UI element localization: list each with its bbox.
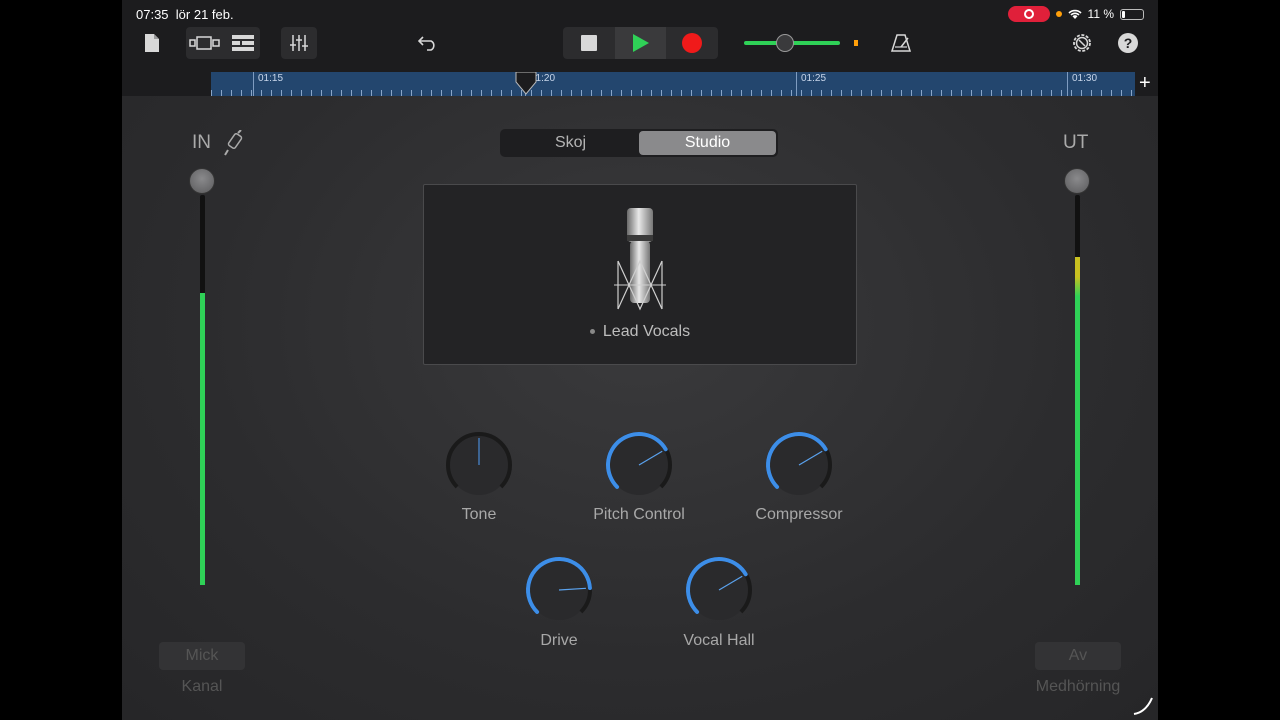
input-gain-knob[interactable] — [189, 168, 215, 194]
transport-controls — [563, 27, 718, 59]
tone-knob-label: Tone — [461, 506, 497, 523]
output-volume-knob[interactable] — [1064, 168, 1090, 194]
master-volume-knob[interactable] — [776, 34, 794, 52]
garageband-screen: 07:35 lör 21 feb. 11 % ? 01:15 01:20 01:… — [122, 0, 1158, 720]
compressor-knob[interactable] — [764, 430, 834, 500]
ruler-label: 01:30 — [1072, 73, 1098, 84]
compressor-knob-label: Compressor — [755, 506, 843, 523]
add-section-button[interactable]: + — [1139, 72, 1151, 95]
ruler-label: 01:15 — [258, 73, 284, 84]
battery-percent: 11 % — [1087, 7, 1114, 21]
input-channel-button[interactable]: Mick — [159, 642, 245, 670]
tab-studio[interactable]: Studio — [639, 131, 776, 155]
resize-corner-icon — [1133, 697, 1153, 715]
mixer-icon[interactable] — [281, 28, 317, 58]
preset-dot-icon — [589, 329, 595, 335]
record-icon — [682, 33, 703, 53]
document-icon[interactable] — [142, 28, 162, 58]
status-indicators: 11 % — [1007, 6, 1144, 22]
input-level-meter — [200, 195, 205, 585]
timeline-ruler[interactable]: 01:15 01:20 01:25 01:30 — [211, 72, 1135, 96]
master-volume-slider[interactable] — [744, 34, 864, 52]
help-button[interactable]: ? — [1117, 28, 1139, 58]
undo-icon[interactable] — [416, 28, 440, 58]
pitch-control-knob[interactable] — [604, 430, 674, 500]
tone-knob[interactable] — [444, 430, 514, 500]
play-button[interactable] — [614, 27, 667, 59]
tab-skoj[interactable]: Skoj — [502, 131, 639, 155]
vocal-hall-knob-label: Vocal Hall — [683, 632, 755, 649]
preset-name: Lead Vocals — [424, 323, 856, 341]
record-button[interactable] — [666, 27, 718, 59]
ruler-label: 01:25 — [801, 73, 827, 84]
output-label: UT — [1063, 132, 1089, 153]
battery-icon — [1120, 8, 1144, 20]
top-bar: 07:35 lör 21 feb. 11 % ? 01:15 01:20 01:… — [122, 0, 1158, 96]
pitch-control-knob-label: Pitch Control — [593, 506, 685, 523]
vocal-hall-knob[interactable] — [684, 555, 754, 625]
input-channel-caption: Kanal — [181, 678, 223, 695]
metronome-icon[interactable] — [890, 28, 912, 58]
stop-button[interactable] — [563, 27, 615, 59]
playhead-icon[interactable] — [515, 72, 537, 96]
preset-panel[interactable]: Lead Vocals — [423, 184, 857, 365]
play-icon — [632, 34, 649, 52]
monitor-toggle-button[interactable]: Av — [1035, 642, 1121, 670]
mic-indicator-icon — [1055, 11, 1062, 17]
status-time: 07:35 lör 21 feb. — [136, 7, 234, 22]
drive-knob[interactable] — [524, 555, 594, 625]
master-peak-indicator — [854, 40, 858, 46]
output-level-meter — [1075, 195, 1080, 585]
help-icon: ? — [1118, 33, 1138, 53]
settings-icon[interactable] — [1070, 28, 1094, 58]
screen-recording-icon — [1007, 6, 1050, 22]
input-label: IN — [192, 132, 211, 153]
drive-knob-label: Drive — [540, 632, 578, 649]
tracks-view-icon[interactable] — [188, 28, 222, 58]
microphone-icon — [614, 208, 666, 311]
mode-segmented-control: Skoj Studio — [500, 129, 778, 157]
guitar-jack-icon[interactable] — [223, 130, 245, 156]
monitor-caption: Medhörning — [1035, 678, 1121, 695]
stop-icon — [580, 35, 597, 51]
list-view-icon[interactable] — [230, 28, 256, 58]
wifi-icon — [1067, 9, 1082, 19]
